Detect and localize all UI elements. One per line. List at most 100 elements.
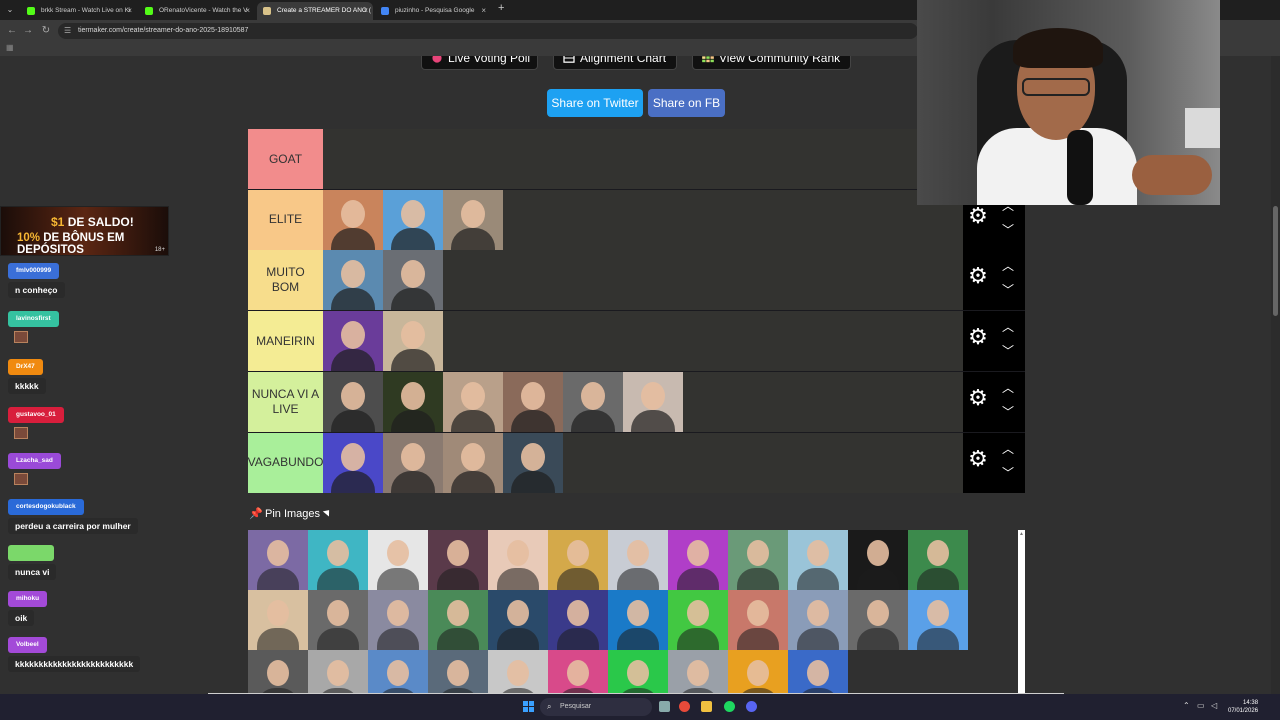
chat-username[interactable]: cortesdogokublack [8, 499, 84, 515]
reload-icon[interactable]: ↻ [40, 25, 52, 37]
tier-streamer-image[interactable] [383, 371, 443, 432]
chat-username[interactable] [8, 545, 54, 561]
pool-streamer-image[interactable] [308, 650, 368, 694]
tier-drop-area[interactable] [323, 311, 963, 372]
chat-username[interactable]: fmlv000999 [8, 263, 60, 279]
pool-streamer-image[interactable] [668, 530, 728, 590]
tier-label[interactable]: GOAT [248, 129, 323, 189]
pool-streamer-image[interactable] [248, 650, 308, 694]
browser-tab[interactable]: Create a STREAMER DO ANO (× [257, 2, 373, 20]
pool-streamer-image[interactable] [668, 650, 728, 694]
tier-streamer-image[interactable] [383, 189, 443, 250]
pool-streamer-image[interactable] [548, 530, 608, 590]
chat-username[interactable]: mihoku [8, 591, 48, 607]
pool-streamer-image[interactable] [248, 590, 308, 650]
tier-streamer-image[interactable] [623, 371, 683, 432]
taskbar-clock[interactable]: 14:38 07/01/2026 [1228, 699, 1258, 715]
tier-streamer-image[interactable] [503, 371, 563, 432]
discord-icon[interactable] [746, 701, 757, 712]
tier-streamer-image[interactable] [563, 371, 623, 432]
pin-images-toggle[interactable]: 📌 Pin Images [249, 507, 320, 521]
chat-username[interactable]: Volbeel [8, 637, 47, 653]
pool-streamer-image[interactable] [848, 590, 908, 650]
move-down-icon[interactable]: ﹀ [999, 282, 1017, 298]
pool-streamer-image[interactable] [728, 590, 788, 650]
move-down-icon[interactable]: ﹀ [999, 343, 1017, 359]
tier-drop-area[interactable] [323, 432, 963, 493]
gear-icon[interactable]: ⚙ [968, 447, 988, 469]
move-down-icon[interactable]: ﹀ [999, 222, 1017, 238]
tab-close-icon[interactable]: × [127, 2, 132, 20]
tier-label[interactable]: NUNCA VI A LIVE [248, 371, 323, 432]
tier-streamer-image[interactable] [503, 432, 563, 493]
tier-streamer-image[interactable] [383, 432, 443, 493]
pool-streamer-image[interactable] [428, 530, 488, 590]
tier-drop-area[interactable] [323, 371, 963, 432]
pool-streamer-image[interactable] [308, 590, 368, 650]
gear-icon[interactable]: ⚙ [968, 204, 988, 226]
gear-icon[interactable]: ⚙ [968, 265, 988, 287]
tier-streamer-image[interactable] [383, 311, 443, 372]
tier-streamer-image[interactable] [323, 432, 383, 493]
tier-streamer-image[interactable] [323, 189, 383, 250]
gear-icon[interactable]: ⚙ [968, 326, 988, 348]
pool-streamer-image[interactable] [908, 530, 968, 590]
tier-streamer-image[interactable] [323, 311, 383, 372]
back-icon[interactable]: ← [6, 25, 18, 37]
move-up-icon[interactable]: ︿ [999, 380, 1017, 396]
tier-streamer-image[interactable] [323, 250, 383, 311]
spotify-icon[interactable] [724, 701, 735, 712]
tier-streamer-image[interactable] [383, 250, 443, 311]
speaker-icon[interactable]: ◁ [1211, 699, 1217, 713]
pool-streamer-image[interactable] [488, 530, 548, 590]
display-icon[interactable]: ▭ [1197, 699, 1205, 713]
move-up-icon[interactable]: ︿ [999, 441, 1017, 457]
pool-streamer-image[interactable] [728, 530, 788, 590]
apps-icon[interactable]: ▦ [6, 44, 14, 52]
move-down-icon[interactable]: ﹀ [999, 404, 1017, 420]
pool-streamer-image[interactable] [488, 650, 548, 694]
chrome-icon[interactable] [679, 701, 690, 712]
tab-list-icon[interactable]: ⌄ [4, 4, 16, 16]
task-view-icon[interactable] [659, 701, 670, 712]
pool-streamer-image[interactable] [488, 590, 548, 650]
page-scrollbar[interactable] [1271, 56, 1280, 694]
page-scrollbar-thumb[interactable] [1273, 206, 1278, 316]
move-up-icon[interactable]: ︿ [999, 319, 1017, 335]
tier-label[interactable]: MANEIRIN [248, 311, 323, 372]
gear-icon[interactable]: ⚙ [968, 386, 988, 408]
pool-streamer-image[interactable] [368, 650, 428, 694]
pool-streamer-image[interactable] [788, 650, 848, 694]
tier-drop-area[interactable] [323, 129, 963, 189]
pool-streamer-image[interactable] [308, 530, 368, 590]
tab-close-icon[interactable]: × [481, 2, 486, 20]
forward-icon[interactable]: → [22, 25, 34, 37]
tab-close-icon[interactable]: × [363, 2, 368, 20]
pool-streamer-image[interactable] [368, 590, 428, 650]
share-twitter-button[interactable]: Share on Twitter [547, 89, 643, 117]
pool-streamer-image[interactable] [608, 530, 668, 590]
tier-streamer-image[interactable] [323, 371, 383, 432]
live-voting-poll-button[interactable]: Live Voting Poll [421, 56, 538, 70]
tier-drop-area[interactable] [323, 250, 963, 311]
url-field[interactable]: ☰ tiermaker.com/create/streamer-do-ano-2… [58, 23, 918, 39]
move-down-icon[interactable]: ﹀ [999, 465, 1017, 481]
scroll-up-icon[interactable]: ▲ [1018, 530, 1025, 538]
site-info-icon[interactable]: ☰ [64, 26, 71, 36]
tier-label[interactable]: VAGABUNDO [248, 432, 323, 493]
tab-close-icon[interactable]: × [245, 2, 250, 20]
pool-streamer-image[interactable] [728, 650, 788, 694]
pool-streamer-image[interactable] [788, 590, 848, 650]
pool-streamer-image[interactable] [668, 590, 728, 650]
tier-drop-area[interactable] [323, 189, 963, 250]
chat-username[interactable]: lavinosfirst [8, 311, 59, 327]
browser-tab[interactable]: brkk Stream - Watch Live on Ki × [21, 2, 137, 20]
pool-streamer-image[interactable] [428, 590, 488, 650]
tier-streamer-image[interactable] [443, 432, 503, 493]
pool-streamer-image[interactable] [608, 590, 668, 650]
browser-tab[interactable]: piuzinho - Pesquisa Google × [375, 2, 491, 20]
chat-username[interactable]: DrX47 [8, 359, 43, 375]
pool-streamer-image[interactable] [548, 650, 608, 694]
pool-streamer-image[interactable] [908, 590, 968, 650]
move-up-icon[interactable]: ︿ [999, 258, 1017, 274]
